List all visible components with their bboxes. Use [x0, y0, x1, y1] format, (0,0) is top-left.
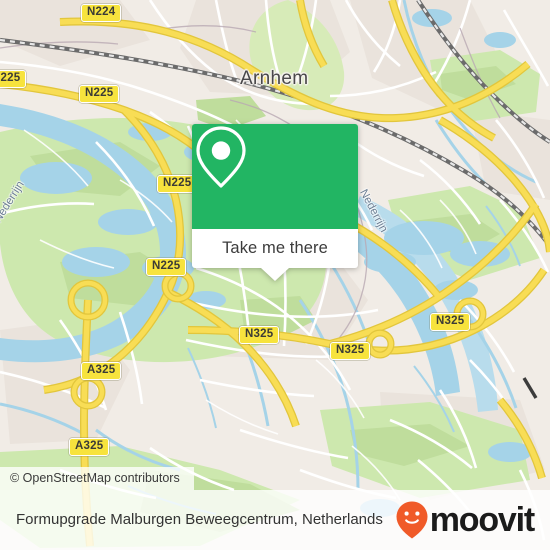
- map-screenshot: N224 N225 N225 N225 N225 N325 N325 N325 …: [0, 0, 550, 550]
- destination-info-card[interactable]: Take me there: [192, 124, 358, 281]
- moovit-brand[interactable]: moovit: [395, 500, 535, 540]
- moovit-pin-smiley-icon: [396, 501, 428, 539]
- city-label-arnhem: Arnhem: [240, 68, 309, 89]
- route-shield-n325[interactable]: N325: [330, 342, 371, 360]
- route-shield-a325[interactable]: A325: [81, 362, 122, 380]
- map-pin-icon: [196, 126, 246, 188]
- card-cta-panel[interactable]: Take me there: [192, 229, 358, 281]
- route-shield-a325[interactable]: A325: [69, 438, 110, 456]
- route-shield-n325[interactable]: N325: [239, 326, 280, 344]
- route-shield-n225[interactable]: N225: [0, 70, 27, 88]
- footer-bar: Formupgrade Malburgen Beweegcentrum, Net…: [0, 490, 550, 550]
- place-title: Formupgrade Malburgen Beweegcentrum, Net…: [16, 511, 383, 528]
- take-me-there-label: Take me there: [222, 239, 328, 257]
- route-shield-n224[interactable]: N224: [81, 4, 122, 22]
- map-canvas[interactable]: N224 N225 N225 N225 N225 N325 N325 N325 …: [0, 0, 550, 550]
- route-shield-n225[interactable]: N225: [79, 85, 120, 103]
- moovit-wordmark: moovit: [429, 501, 535, 539]
- route-shield-n225[interactable]: N225: [146, 258, 187, 276]
- osm-attribution[interactable]: © OpenStreetMap contributors: [0, 467, 194, 490]
- card-pin-panel: [192, 124, 358, 229]
- route-shield-n325[interactable]: N325: [430, 313, 471, 331]
- card-pointer-tail: [261, 268, 289, 281]
